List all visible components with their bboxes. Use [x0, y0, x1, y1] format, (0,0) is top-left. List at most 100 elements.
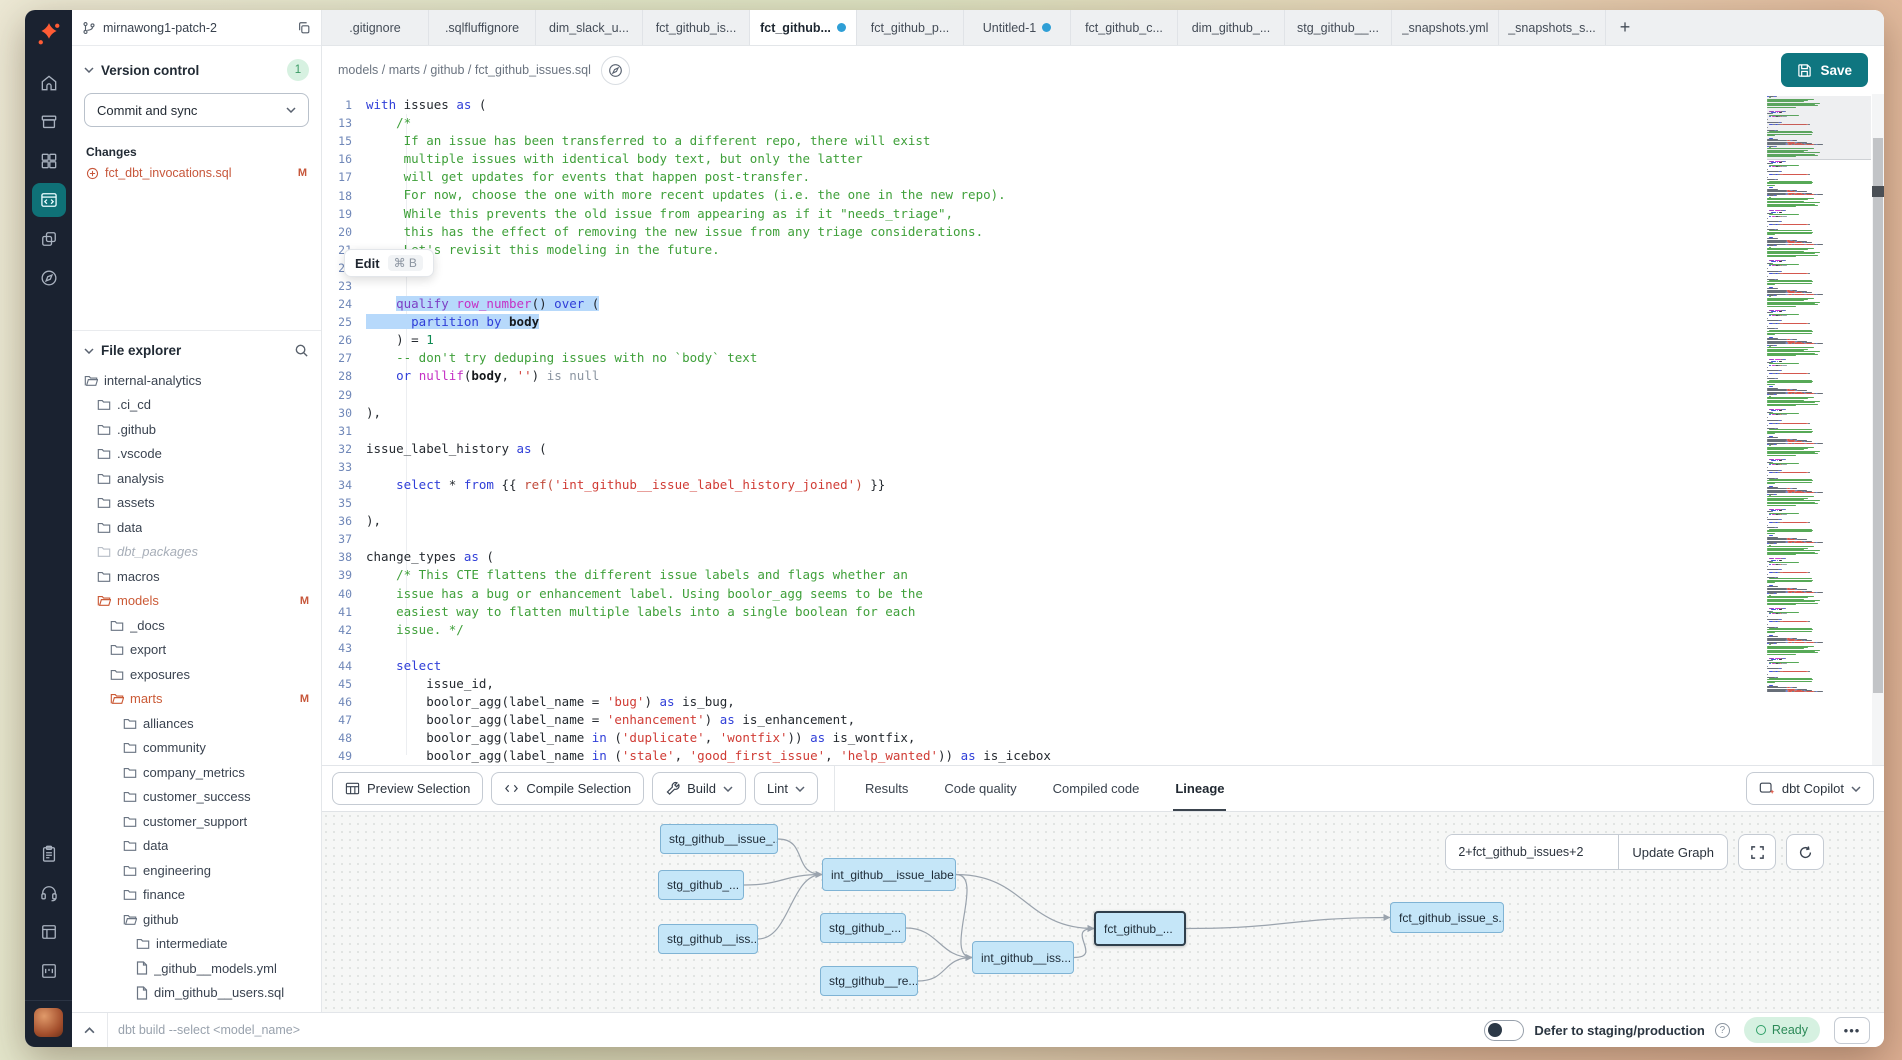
- code-line-31[interactable]: 31: [322, 422, 1754, 440]
- code-line-30[interactable]: 30),: [322, 404, 1754, 422]
- code-line-16[interactable]: 16 multiple issues with identical body t…: [322, 150, 1754, 168]
- tree-item-github[interactable]: .github: [72, 417, 321, 442]
- lineage-node-fct_github_[interactable]: fct_github_...: [1094, 911, 1186, 946]
- code-line-18[interactable]: 18 For now, choose the one with more rec…: [322, 186, 1754, 204]
- code-line-13[interactable]: 13 /*: [322, 114, 1754, 132]
- tab-_snapshots_s[interactable]: _snapshots_s...: [1499, 10, 1606, 45]
- terminal-icon[interactable]: [32, 954, 66, 988]
- tree-item-macros[interactable]: macros: [72, 564, 321, 589]
- code-line-21[interactable]: 21 Let's revisit this modeling in the fu…: [322, 241, 1754, 259]
- notes-icon[interactable]: [32, 915, 66, 949]
- tree-item-_github__modelsyml[interactable]: _github__models.yml: [72, 956, 321, 981]
- code-lines[interactable]: 1with issues as (13 /*15 If an issue has…: [322, 96, 1754, 765]
- code-line-41[interactable]: 41 easiest way to flatten multiple label…: [322, 603, 1754, 621]
- code-line-45[interactable]: 45 issue_id,: [322, 675, 1754, 693]
- code-line-24[interactable]: 24 qualify row_number() over (: [322, 295, 1754, 313]
- status-badge[interactable]: Ready: [1744, 1017, 1820, 1043]
- lineage-node-fct_github_issue_s[interactable]: fct_github_issue_s...: [1390, 902, 1504, 933]
- code-line-38[interactable]: 38change_types as (: [322, 548, 1754, 566]
- code-line-34[interactable]: 34 select * from {{ ref('int_github__iss…: [322, 476, 1754, 494]
- lineage-selector-input[interactable]: [1446, 835, 1618, 869]
- code-line-35[interactable]: 35: [322, 494, 1754, 512]
- commit-and-sync-button[interactable]: Commit and sync: [84, 93, 309, 127]
- code-line-27[interactable]: 27 -- don't try deduping issues with no …: [322, 349, 1754, 367]
- tab-Untitled-1[interactable]: Untitled-1: [964, 10, 1071, 45]
- code-line-22[interactable]: 22: [322, 259, 1754, 277]
- tree-item-analysis[interactable]: analysis: [72, 466, 321, 491]
- chevron-down-icon[interactable]: [84, 348, 94, 354]
- tree-item-intermediate[interactable]: intermediate: [72, 932, 321, 957]
- tree-item-customer_success[interactable]: customer_success: [72, 785, 321, 810]
- lineage-node-stg_github__issue_[interactable]: stg_github__issue_...: [660, 824, 778, 854]
- code-line-36[interactable]: 36),: [322, 512, 1754, 530]
- minimap-viewport[interactable]: [1767, 96, 1871, 160]
- tree-item-internal-analytics[interactable]: internal-analytics: [72, 368, 321, 393]
- tree-item-exposures[interactable]: exposures: [72, 662, 321, 687]
- code-line-26[interactable]: 26 ) = 1: [322, 331, 1754, 349]
- editor-scrollbar[interactable]: [1872, 94, 1884, 765]
- fullscreen-icon[interactable]: [1738, 834, 1776, 870]
- code-line-19[interactable]: 19 While this prevents the old issue fro…: [322, 205, 1754, 223]
- code-line-43[interactable]: 43: [322, 639, 1754, 657]
- code-editor-icon[interactable]: [32, 183, 66, 217]
- preview-selection-button[interactable]: Preview Selection: [332, 772, 483, 805]
- changed-file-row[interactable]: fct_dbt_invocations.sql M: [72, 163, 321, 183]
- tree-item-alliances[interactable]: alliances: [72, 711, 321, 736]
- tree-item-github[interactable]: github: [72, 907, 321, 932]
- tree-item-data[interactable]: data: [72, 834, 321, 859]
- tree-item-assets[interactable]: assets: [72, 491, 321, 516]
- code-line-25[interactable]: 25 partition by body: [322, 313, 1754, 331]
- dbt-logo-icon[interactable]: [34, 19, 64, 49]
- lineage-node-stg_github__re[interactable]: stg_github__re...: [820, 966, 918, 996]
- tab-gitignore[interactable]: .gitignore: [322, 10, 429, 45]
- environments-icon[interactable]: [32, 222, 66, 256]
- code-line-39[interactable]: 39 /* This CTE flattens the different is…: [322, 566, 1754, 584]
- tree-item-dbt_packages[interactable]: dbt_packages: [72, 540, 321, 565]
- code-line-17[interactable]: 17 will get updates for events that happ…: [322, 168, 1754, 186]
- edit-tooltip-label[interactable]: Edit: [355, 256, 380, 271]
- tree-item-models[interactable]: modelsM: [72, 589, 321, 614]
- code-line-37[interactable]: 37: [322, 530, 1754, 548]
- compile-selection-button[interactable]: Compile Selection: [491, 772, 644, 805]
- tab-fct_github_is[interactable]: fct_github_is...: [643, 10, 750, 45]
- tree-item-data[interactable]: data: [72, 515, 321, 540]
- pane-tab-results[interactable]: Results: [851, 766, 922, 811]
- scrollbar-thumb[interactable]: [1873, 138, 1883, 693]
- tree-item-customer_support[interactable]: customer_support: [72, 809, 321, 834]
- tree-item-company_metrics[interactable]: company_metrics: [72, 760, 321, 785]
- code-line-23[interactable]: 23: [322, 277, 1754, 295]
- search-icon[interactable]: [294, 343, 309, 358]
- tree-item-_docs[interactable]: _docs: [72, 613, 321, 638]
- pane-tab-lineage[interactable]: Lineage: [1161, 766, 1238, 811]
- tab-fct_github_p[interactable]: fct_github_p...: [857, 10, 964, 45]
- tree-item-vscode[interactable]: .vscode: [72, 442, 321, 467]
- save-button[interactable]: Save: [1781, 53, 1868, 87]
- grid-icon[interactable]: [32, 144, 66, 178]
- code-line-42[interactable]: 42 issue. */: [322, 621, 1754, 639]
- code-line-33[interactable]: 33: [322, 458, 1754, 476]
- code-line-32[interactable]: 32issue_label_history as (: [322, 440, 1754, 458]
- tree-item-engineering[interactable]: engineering: [72, 858, 321, 883]
- pane-tab-code-quality[interactable]: Code quality: [930, 766, 1030, 811]
- lineage-panel[interactable]: stg_github__issue_... stg_github_... stg_g…: [322, 811, 1884, 1012]
- code-line-49[interactable]: 49 boolor_agg(label_name in ('stale', 'g…: [322, 747, 1754, 765]
- user-avatar[interactable]: [34, 1008, 63, 1037]
- tab-stg_github__[interactable]: stg_github__...: [1285, 10, 1392, 45]
- tab-sqlfluffignore[interactable]: .sqlfluffignore: [429, 10, 536, 45]
- lineage-node-stg_github_[interactable]: stg_github_...: [820, 913, 906, 943]
- code-line-46[interactable]: 46 boolor_agg(label_name = 'bug') as is_…: [322, 693, 1754, 711]
- tree-item-marts[interactable]: martsM: [72, 687, 321, 712]
- code-line-1[interactable]: 1with issues as (: [322, 96, 1754, 114]
- code-line-20[interactable]: 20 this has the effect of removing the n…: [322, 223, 1754, 241]
- code-line-15[interactable]: 15 If an issue has been transferred to a…: [322, 132, 1754, 150]
- lineage-node-stg_github__iss[interactable]: stg_github__iss...: [658, 924, 758, 954]
- lint-button[interactable]: Lint: [754, 772, 818, 805]
- code-line-40[interactable]: 40 issue has a bug or enhancement label.…: [322, 585, 1754, 603]
- minimap[interactable]: [1767, 96, 1871, 765]
- file-compass-icon[interactable]: [601, 56, 630, 85]
- code-editor[interactable]: 1with issues as (13 /*15 If an issue has…: [322, 94, 1884, 765]
- pane-tab-compiled-code[interactable]: Compiled code: [1039, 766, 1154, 811]
- tab-dim_slack_u[interactable]: dim_slack_u...: [536, 10, 643, 45]
- new-tab-button[interactable]: +: [1606, 10, 1644, 45]
- tree-item-dim_github__userssql[interactable]: dim_github__users.sql: [72, 981, 321, 1006]
